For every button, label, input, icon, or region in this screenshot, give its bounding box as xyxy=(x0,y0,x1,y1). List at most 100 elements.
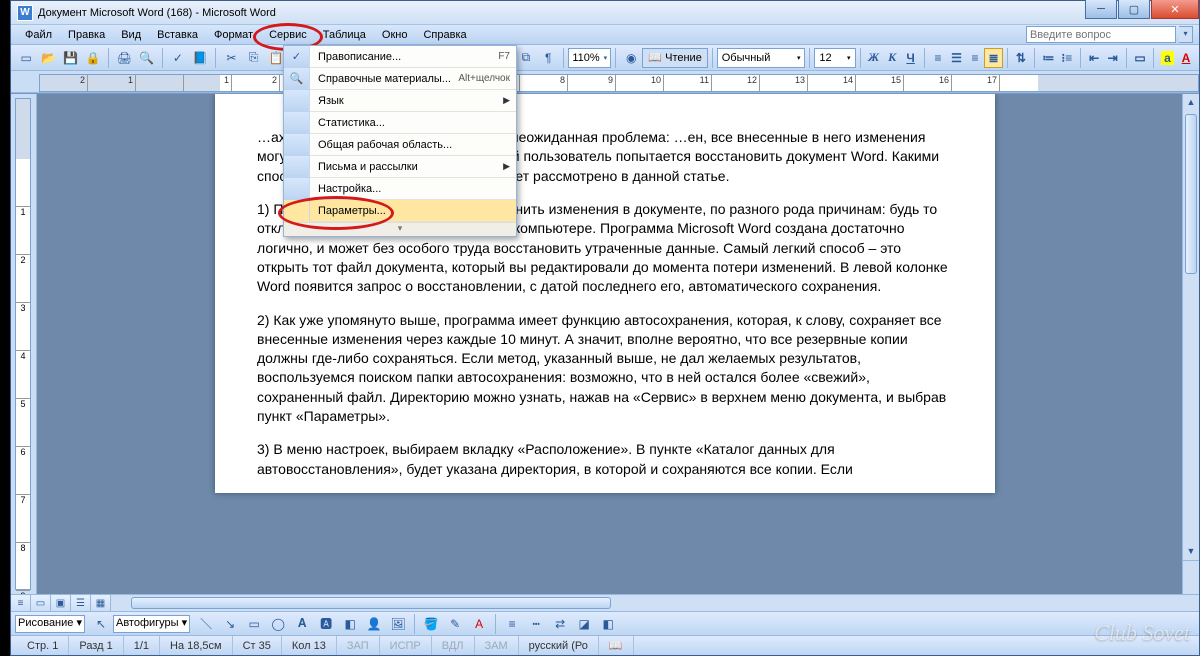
status-ovr[interactable]: ЗАМ xyxy=(475,636,519,655)
vertical-scrollbar[interactable]: ▲ ▼ xyxy=(1182,94,1199,594)
scroll-down-icon[interactable]: ▼ xyxy=(1183,543,1199,560)
align-left-button[interactable]: ≡ xyxy=(929,48,947,68)
status-book-icon[interactable]: 📖 xyxy=(599,636,634,655)
save-icon[interactable]: 💾 xyxy=(61,47,81,69)
menu-window[interactable]: Окно xyxy=(374,27,416,43)
decrease-indent-button[interactable]: ⇤ xyxy=(1085,48,1103,68)
wordart-icon[interactable]: 🅰 xyxy=(315,613,337,635)
clipart-icon[interactable]: 👤 xyxy=(363,613,385,635)
menu-edit[interactable]: Правка xyxy=(60,27,113,43)
textbox-icon[interactable]: 𝐀 xyxy=(291,613,313,635)
menu-item[interactable]: Настройка... xyxy=(284,178,516,200)
ask-input[interactable] xyxy=(1026,26,1176,43)
menu-item[interactable]: Статистика... xyxy=(284,112,516,134)
menu-expand-chevron[interactable]: ▾ xyxy=(284,222,516,236)
hscroll-thumb[interactable] xyxy=(131,597,611,609)
arrow-style-icon[interactable]: ⇄ xyxy=(549,613,571,635)
menu-item-label: Справочные материалы... xyxy=(310,73,458,85)
normal-view-button[interactable]: ≡ xyxy=(11,595,31,612)
status-pages: 1/1 xyxy=(124,636,160,655)
research-icon[interactable]: 📘 xyxy=(190,47,210,69)
diagram-icon[interactable]: ◧ xyxy=(339,613,361,635)
bullets-button[interactable]: ⁝≡ xyxy=(1058,48,1076,68)
align-right-button[interactable]: ≡ xyxy=(966,48,984,68)
select-objects-icon[interactable]: ↖ xyxy=(90,613,112,635)
cut-icon[interactable]: ✂ xyxy=(221,47,241,69)
font-color-draw-icon[interactable]: A xyxy=(468,613,490,635)
3d-icon[interactable]: ◧ xyxy=(597,613,619,635)
permission-icon[interactable]: 🔒 xyxy=(83,47,103,69)
docmap-icon[interactable]: ⧉ xyxy=(516,47,536,69)
font-color-button[interactable]: A xyxy=(1177,48,1195,68)
outline-view-button[interactable]: ☰ xyxy=(71,595,91,612)
underline-button[interactable]: Ч xyxy=(901,48,919,68)
new-doc-icon[interactable]: ▭ xyxy=(16,47,36,69)
close-button[interactable]: ✕ xyxy=(1151,0,1199,19)
picture-icon[interactable]: 🖼 xyxy=(387,613,409,635)
arrow-icon[interactable]: ↘ xyxy=(219,613,241,635)
numbering-button[interactable]: ≔ xyxy=(1039,48,1057,68)
status-language[interactable]: русский (Ро xyxy=(519,636,599,655)
line-spacing-button[interactable]: ⇅ xyxy=(1012,48,1030,68)
menu-insert[interactable]: Вставка xyxy=(149,27,206,43)
help-icon[interactable]: ◉ xyxy=(621,47,641,69)
status-ext[interactable]: ВДЛ xyxy=(432,636,475,655)
minimize-button[interactable]: ─ xyxy=(1085,0,1117,19)
line-style-icon[interactable]: ≡ xyxy=(501,613,523,635)
shadow-icon[interactable]: ◪ xyxy=(573,613,595,635)
line-icon[interactable]: ＼ xyxy=(195,613,217,635)
align-justify-button[interactable]: ≣ xyxy=(984,48,1002,68)
autoshapes-menu[interactable]: Автофигуры ▾ xyxy=(113,615,190,633)
reading-view-button[interactable]: ▦ xyxy=(91,595,111,612)
reading-layout-button[interactable]: 📖 Чтение xyxy=(642,48,707,68)
horizontal-scrollbar[interactable]: ≡ ▭ ▣ ☰ ▦ xyxy=(11,594,1199,611)
menu-item[interactable]: Общая рабочая область... xyxy=(284,134,516,156)
scroll-up-icon[interactable]: ▲ xyxy=(1183,94,1199,111)
line-color-icon[interactable]: ✎ xyxy=(444,613,466,635)
preview-icon[interactable]: 🔍 xyxy=(136,47,156,69)
copy-icon[interactable]: ⎘ xyxy=(244,47,264,69)
vertical-ruler[interactable]: 123456789 xyxy=(11,94,37,594)
menu-view[interactable]: Вид xyxy=(113,27,149,43)
maximize-button[interactable]: ▢ xyxy=(1118,0,1150,19)
spellcheck-icon[interactable]: ✓ xyxy=(168,47,188,69)
print-view-button[interactable]: ▣ xyxy=(51,595,71,612)
bold-button[interactable]: Ж xyxy=(864,48,882,68)
borders-button[interactable]: ▭ xyxy=(1131,48,1149,68)
style-combo[interactable]: Обычный▾ xyxy=(717,48,806,68)
menu-item[interactable]: Письма и рассылки▶ xyxy=(284,156,516,178)
open-icon[interactable]: 📂 xyxy=(38,47,58,69)
menu-item[interactable]: 🔍Справочные материалы...Alt+щелчок xyxy=(284,68,516,90)
menu-item[interactable]: ✓Правописание...F7 xyxy=(284,46,516,68)
oval-icon[interactable]: ◯ xyxy=(267,613,289,635)
status-rev[interactable]: ИСПР xyxy=(380,636,432,655)
menu-format[interactable]: Формат xyxy=(206,27,261,43)
document-viewport[interactable]: …ах Microsoft Word, может возникнуть нео… xyxy=(37,94,1199,594)
web-view-button[interactable]: ▭ xyxy=(31,595,51,612)
browse-object-nav[interactable] xyxy=(1183,560,1199,594)
show-marks-icon[interactable]: ¶ xyxy=(538,47,558,69)
print-icon[interactable]: 🖨 xyxy=(114,47,134,69)
status-rec[interactable]: ЗАП xyxy=(337,636,380,655)
menu-item-label: Правописание... xyxy=(310,51,498,63)
increase-indent-button[interactable]: ⇥ xyxy=(1103,48,1121,68)
ask-dropdown-icon[interactable]: ▾ xyxy=(1179,26,1193,43)
dash-style-icon[interactable]: ┅ xyxy=(525,613,547,635)
drawing-menu[interactable]: Рисование ▾ xyxy=(15,615,85,633)
menu-file[interactable]: Файл xyxy=(17,27,60,43)
horizontal-ruler[interactable]: 211234567891011121314151617 xyxy=(39,74,1199,92)
scroll-thumb[interactable] xyxy=(1185,114,1197,274)
menu-table[interactable]: Таблица xyxy=(315,27,374,43)
fontsize-combo[interactable]: 12▾ xyxy=(814,48,855,68)
menu-item[interactable]: Язык▶ xyxy=(284,90,516,112)
status-page: Стр. 1 xyxy=(17,636,69,655)
align-center-button[interactable]: ☰ xyxy=(947,48,965,68)
italic-button[interactable]: К xyxy=(883,48,901,68)
menu-service[interactable]: Сервис xyxy=(261,27,315,43)
fill-color-icon[interactable]: 🪣 xyxy=(420,613,442,635)
menu-help[interactable]: Справка xyxy=(415,27,474,43)
rectangle-icon[interactable]: ▭ xyxy=(243,613,265,635)
highlight-button[interactable]: a xyxy=(1158,48,1176,68)
zoom-combo[interactable]: 110%▾ xyxy=(568,48,611,68)
menu-item[interactable]: Параметры... xyxy=(284,200,516,222)
